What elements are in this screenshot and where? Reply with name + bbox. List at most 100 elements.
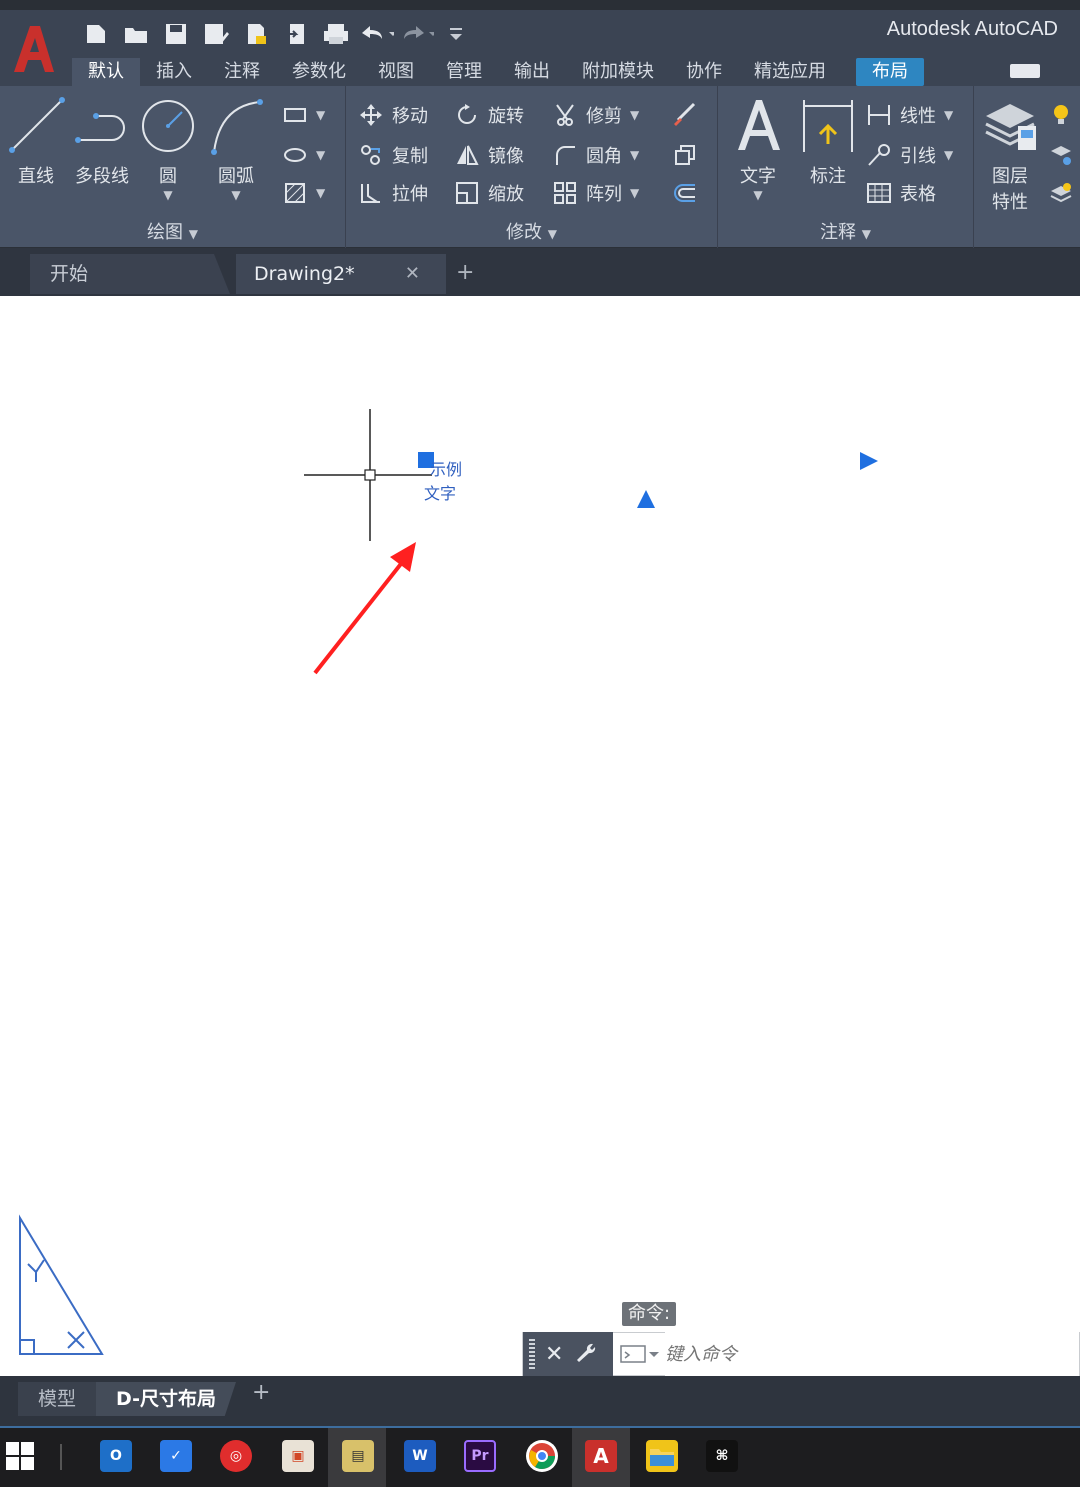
undo-icon[interactable] [358,20,394,48]
chevron-down-icon[interactable]: ▼ [630,186,639,200]
close-tab-icon[interactable]: ✕ [405,254,420,294]
sample-text-object[interactable]: 示例 文字 [424,458,462,506]
chrome-icon[interactable] [526,1440,558,1472]
autocad-window: Autodesk AutoCAD 默认 插入 注释 参数化 视图 管理 输出 附… [0,0,1080,1487]
layer-state-button[interactable] [1048,178,1074,208]
capcut-icon[interactable]: ⌘ [706,1440,738,1472]
outlook-icon[interactable]: O [100,1440,132,1472]
chevron-down-icon[interactable]: ▼ [944,148,953,162]
chevron-down-icon[interactable]: ▼ [944,108,953,122]
stretch-grip-right[interactable] [860,452,878,470]
table-tool-button[interactable]: 表格 [866,178,936,208]
move-tool-button[interactable]: 移动 [358,100,428,130]
trim-icon [552,102,578,128]
drawing-canvas[interactable]: 示例 文字 [0,296,1080,1376]
draw-panel-title[interactable]: 绘图 ▼ [0,218,345,244]
line-tool-button[interactable]: 直线 [4,96,68,188]
office-icon[interactable]: ▣ [282,1440,314,1472]
leader-tool-button[interactable]: 引线 ▼ [866,140,953,170]
arc-tool-button[interactable]: 圆弧 ▼ [204,96,268,202]
save-as-icon[interactable] [198,20,234,48]
rotate-tool-button[interactable]: 旋转 [454,100,524,130]
fillet-tool-button[interactable]: 圆角 ▼ [552,140,639,170]
taskbar-divider [60,1444,62,1470]
tab-layout[interactable]: 布局 [856,58,924,86]
tab-output[interactable]: 输出 [498,58,566,86]
ribbon-panel-area: 直线 多段线 圆 ▼ 圆弧 ▼ ▼ ▼ ▼ 绘图 ▼ 移动 旋转 修剪 ▼ 复制… [0,86,1080,248]
circle-tool-button[interactable]: 圆 ▼ [136,96,200,202]
layer-match-button[interactable] [1048,140,1074,170]
word-icon[interactable]: W [404,1440,436,1472]
ribbon-minimize-button[interactable] [1010,64,1040,78]
annotation-panel-title[interactable]: 注释 ▼ [718,218,973,244]
explode-tool-button[interactable] [672,140,698,170]
scale-tool-button[interactable]: 缩放 [454,178,524,208]
offset-tool-button[interactable] [672,178,698,208]
polyline-tool-button[interactable]: 多段线 [70,96,134,188]
dimension-tool-button[interactable]: 标注 [796,96,860,188]
layer-properties-button[interactable]: 图层 特性 [978,96,1042,214]
hatch-tool-button[interactable]: ▼ [282,178,325,208]
chevron-down-icon[interactable]: ▼ [316,108,325,122]
tab-parametric[interactable]: 参数化 [276,58,362,86]
mirror-tool-button[interactable]: 镜像 [454,140,524,170]
chevron-down-icon[interactable]: ▼ [136,188,200,202]
layer-stack-icon [985,104,1036,150]
tab-start[interactable]: 开始 [30,254,230,294]
text-tool-button[interactable]: 文字 ▼ [726,96,790,202]
redo-icon[interactable] [398,20,434,48]
save-icon[interactable] [158,20,194,48]
tab-manage[interactable]: 管理 [430,58,498,86]
tab-insert[interactable]: 插入 [140,58,208,86]
netease-music-icon[interactable]: ◎ [220,1440,252,1472]
file-explorer-icon[interactable] [646,1440,678,1472]
premiere-icon[interactable]: Pr [464,1440,496,1472]
rectangle-tool-button[interactable]: ▼ [282,100,325,130]
tab-default[interactable]: 默认 [72,58,140,86]
video-editor-icon[interactable]: ▤ [342,1440,374,1472]
command-prompt-label: 命令: [622,1302,677,1326]
modify-panel-title[interactable]: 修改 ▼ [346,218,717,244]
tab-d-size-layout[interactable]: D-尺寸布局 [96,1382,236,1416]
customize-icon[interactable] [438,20,474,48]
tab-model[interactable]: 模型 [18,1382,96,1416]
autocad-icon[interactable]: A [585,1440,617,1472]
tab-annotate[interactable]: 注释 [208,58,276,86]
chevron-down-icon[interactable]: ▼ [630,148,639,162]
chevron-down-icon[interactable]: ▼ [316,148,325,162]
chevron-down-icon[interactable]: ▼ [204,188,268,202]
wrench-icon[interactable] [573,1340,597,1368]
command-input[interactable] [665,1332,1079,1376]
chevron-down-icon[interactable]: ▼ [316,186,325,200]
windows-start-icon[interactable] [4,1440,36,1472]
linear-dimension-button[interactable]: 线性 ▼ [866,100,953,130]
copy-tool-button[interactable]: 复制 [358,140,428,170]
array-tool-button[interactable]: 阵列 ▼ [552,178,639,208]
new-tab-button[interactable]: + [456,260,474,285]
chevron-down-icon[interactable]: ▼ [726,188,790,202]
array-icon [552,180,578,206]
tab-drawing2[interactable]: Drawing2* ✕ [236,254,446,294]
publish-icon[interactable] [278,20,314,48]
tab-view[interactable]: 视图 [362,58,430,86]
plot-preview-icon[interactable] [238,20,274,48]
new-icon[interactable] [78,20,114,48]
feishu-icon[interactable]: ✓ [160,1440,192,1472]
command-prompt-icon[interactable] [613,1332,665,1376]
chevron-down-icon[interactable]: ▼ [630,108,639,122]
close-icon[interactable]: ✕ [545,1342,563,1367]
open-icon[interactable] [118,20,154,48]
tab-featured-apps[interactable]: 精选应用 [738,58,842,86]
layer-on-button[interactable] [1048,100,1074,130]
trim-tool-button[interactable]: 修剪 ▼ [552,100,639,130]
autocad-logo-icon[interactable] [8,20,60,80]
tab-collaborate[interactable]: 协作 [670,58,738,86]
stretch-grip-up[interactable] [637,490,655,508]
erase-tool-button[interactable] [672,100,698,130]
print-icon[interactable] [318,20,354,48]
stretch-tool-button[interactable]: 拉伸 [358,178,428,208]
add-layout-button[interactable]: + [252,1380,270,1405]
tab-addins[interactable]: 附加模块 [566,58,670,86]
ellipse-tool-button[interactable]: ▼ [282,140,325,170]
drag-handle-icon[interactable] [529,1339,535,1369]
